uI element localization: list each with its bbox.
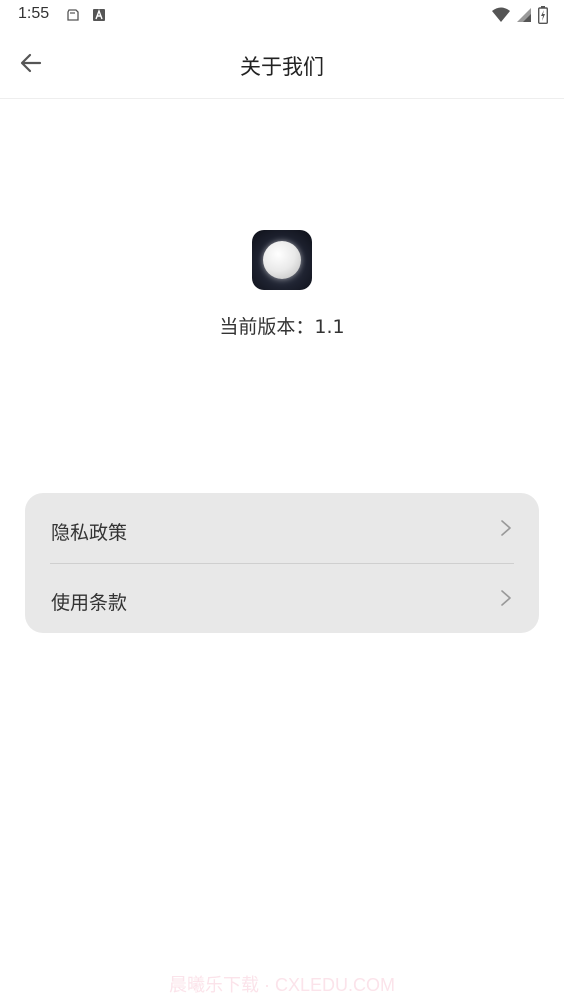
about-us-screen: 1:55 关于我们 当前版本：1.1 隐私政策 使用条款 晨曦乐下载 · CXL… xyxy=(0,0,564,1004)
cell-signal-icon xyxy=(516,7,532,27)
status-bar: 1:55 xyxy=(0,0,564,32)
menu-item-terms-of-use[interactable]: 使用条款 xyxy=(25,563,539,633)
status-time: 1:55 xyxy=(18,5,50,22)
menu-item-label: 隐私政策 xyxy=(51,522,128,544)
a-badge-icon xyxy=(92,7,106,26)
version-text: 当前版本：1.1 xyxy=(219,316,345,338)
settings-menu-card: 隐私政策 使用条款 xyxy=(25,493,539,633)
app-header: 关于我们 xyxy=(0,32,564,99)
moon-graphic xyxy=(263,241,301,279)
status-right-icons xyxy=(492,6,549,28)
clipboard-icon xyxy=(66,7,80,26)
menu-item-label: 使用条款 xyxy=(51,592,128,614)
menu-item-privacy-policy[interactable]: 隐私政策 xyxy=(25,493,539,563)
status-left-icons xyxy=(66,7,106,26)
moon-app-icon xyxy=(252,230,312,290)
wifi-icon xyxy=(492,7,510,27)
page-title: 关于我们 xyxy=(240,55,324,79)
watermark-text: 晨曦乐下载 · CXLEDU.COM xyxy=(168,975,395,995)
chevron-right-icon xyxy=(499,519,513,537)
battery-charging-icon xyxy=(537,6,549,28)
chevron-right-icon xyxy=(499,589,513,607)
